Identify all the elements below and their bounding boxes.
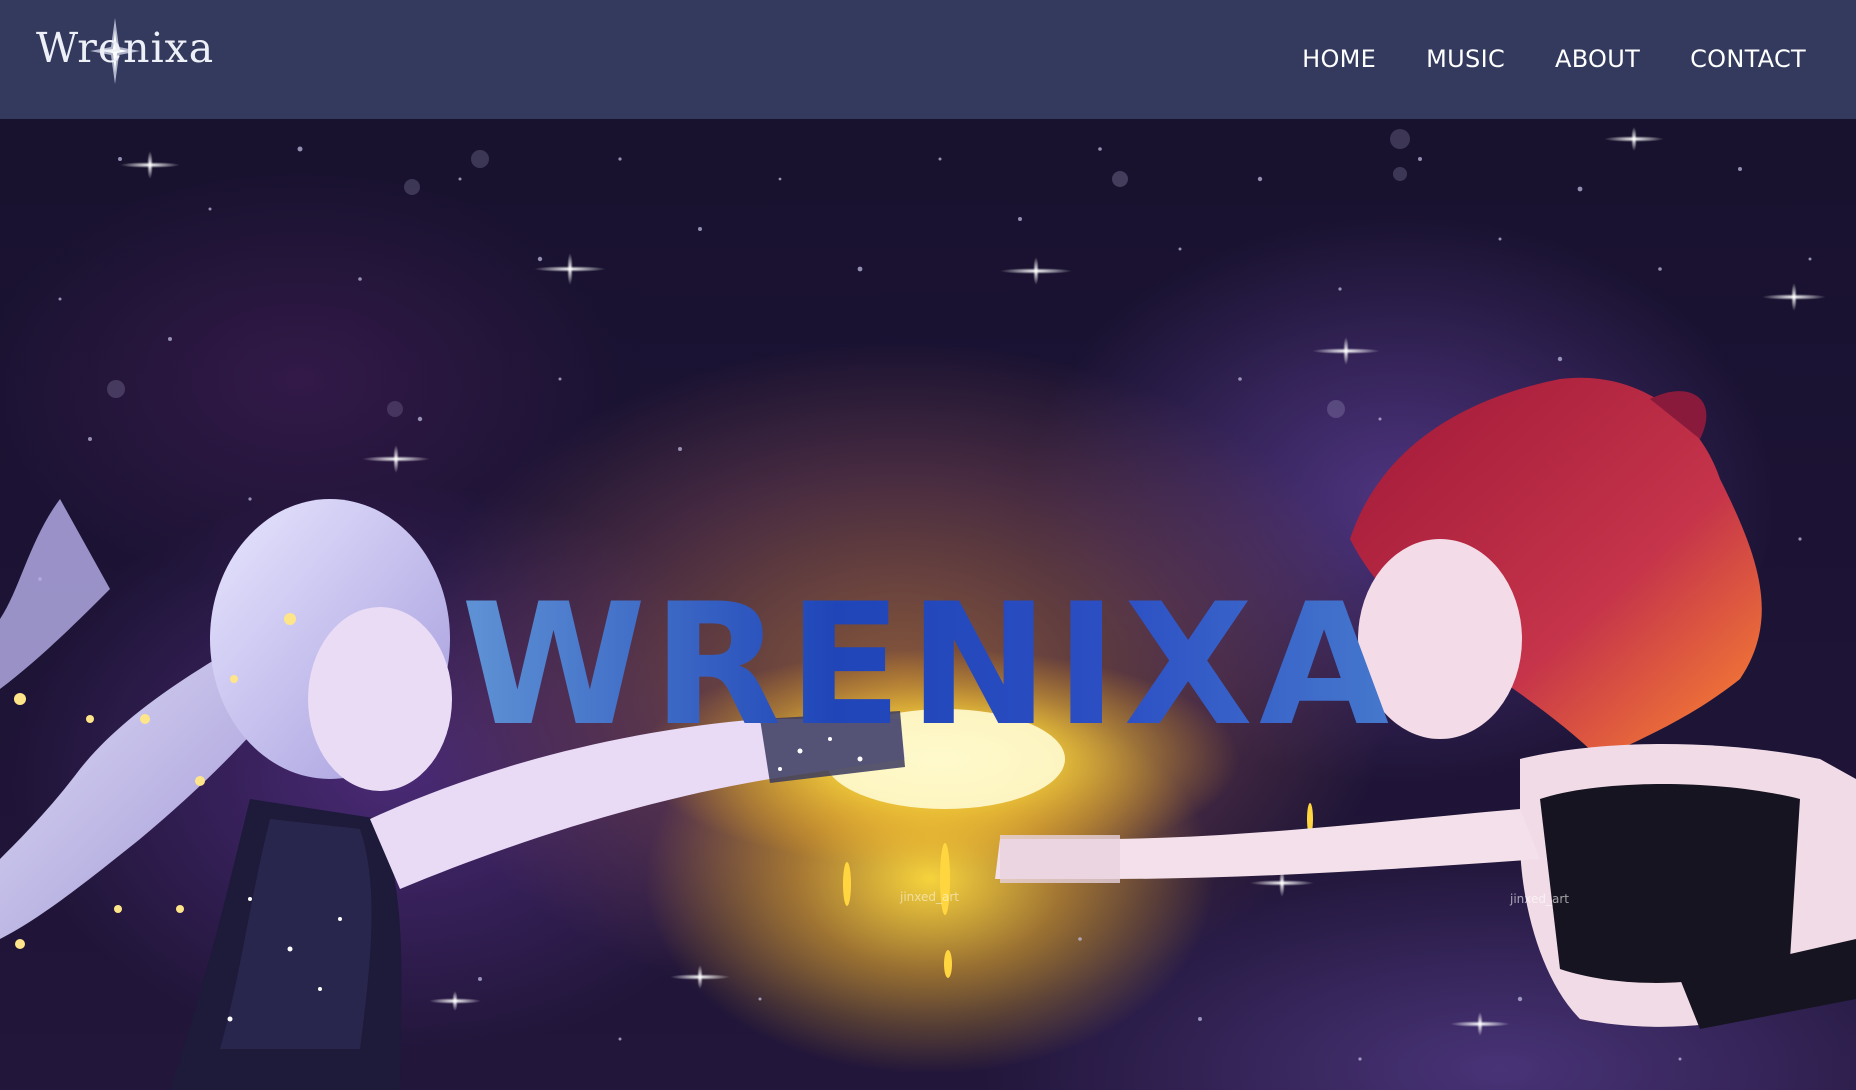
main-nav: HOME MUSIC ABOUT CONTACT xyxy=(1252,44,1806,74)
logo-text: Wrenixa xyxy=(36,24,215,72)
artist-signature: jinxed_art xyxy=(1509,892,1569,906)
artist-signature-2: jinxed_art xyxy=(899,890,959,904)
hero-title: WRENIXA xyxy=(0,581,1856,749)
nav-home[interactable]: HOME xyxy=(1302,44,1376,74)
site-logo[interactable]: Wrenixa xyxy=(34,18,213,86)
nav-contact[interactable]: CONTACT xyxy=(1690,44,1806,74)
hero-banner: jinxed_art jinxed_art WRENIXA xyxy=(0,119,1856,1090)
nav-about[interactable]: ABOUT xyxy=(1555,44,1640,74)
nav-music[interactable]: MUSIC xyxy=(1426,44,1505,74)
site-header: Wrenixa HOME MUSIC ABOUT CONTACT xyxy=(0,0,1856,119)
